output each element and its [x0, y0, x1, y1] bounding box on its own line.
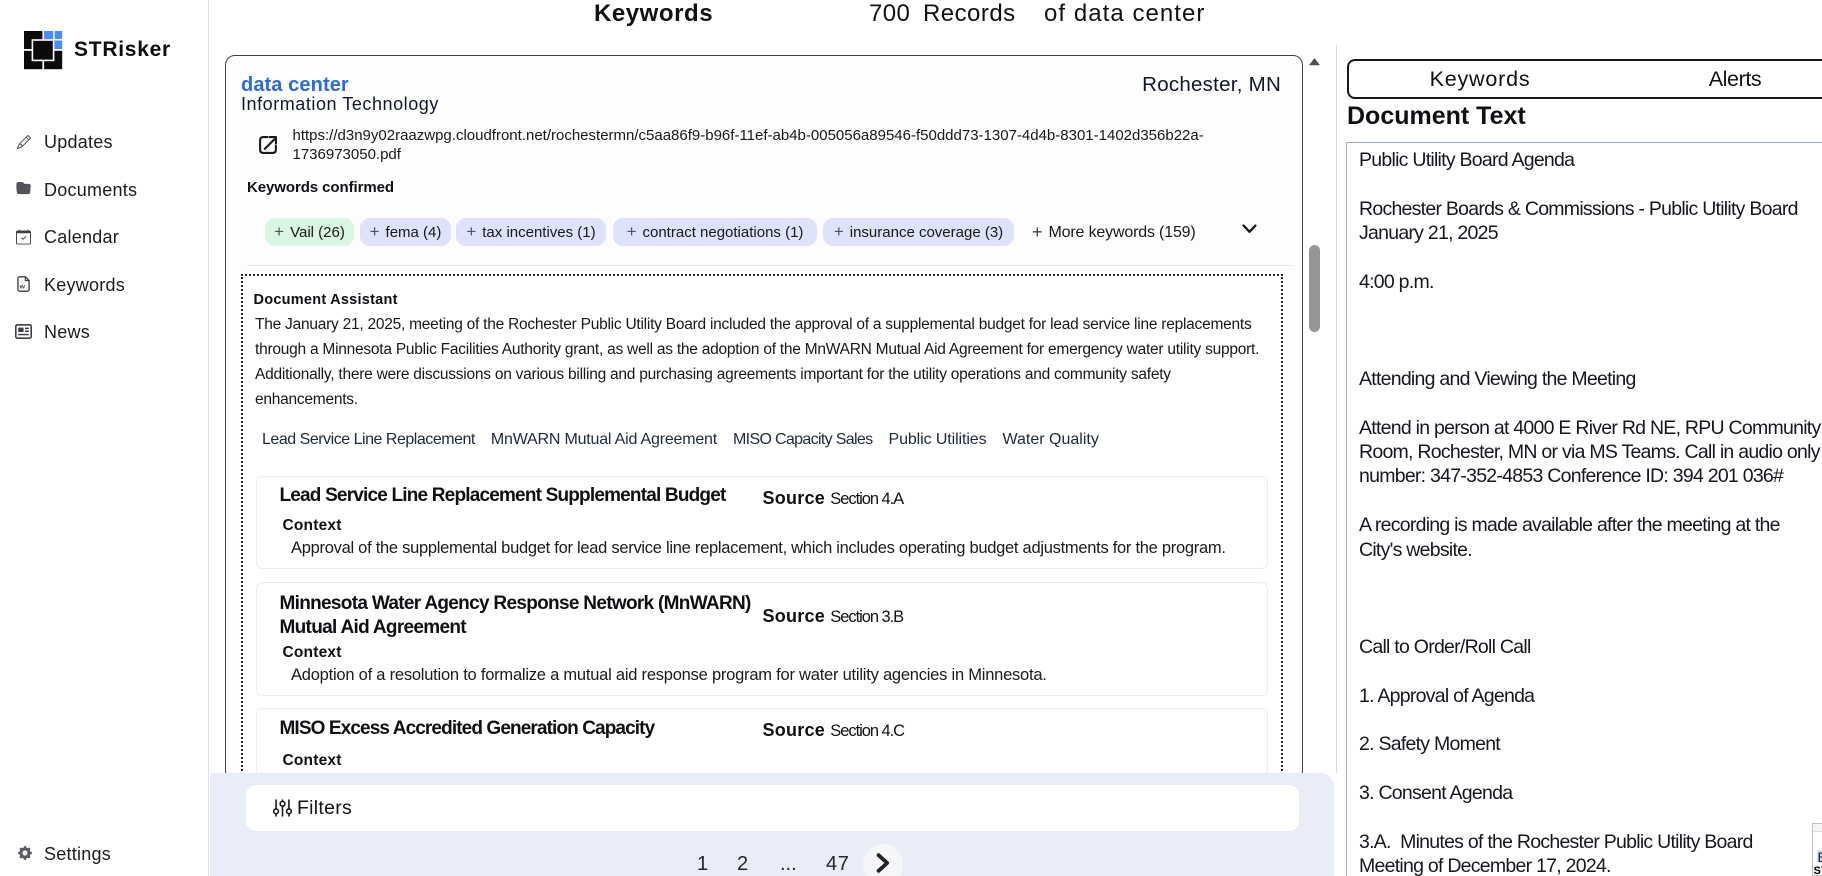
svg-text:w: w	[19, 283, 26, 290]
